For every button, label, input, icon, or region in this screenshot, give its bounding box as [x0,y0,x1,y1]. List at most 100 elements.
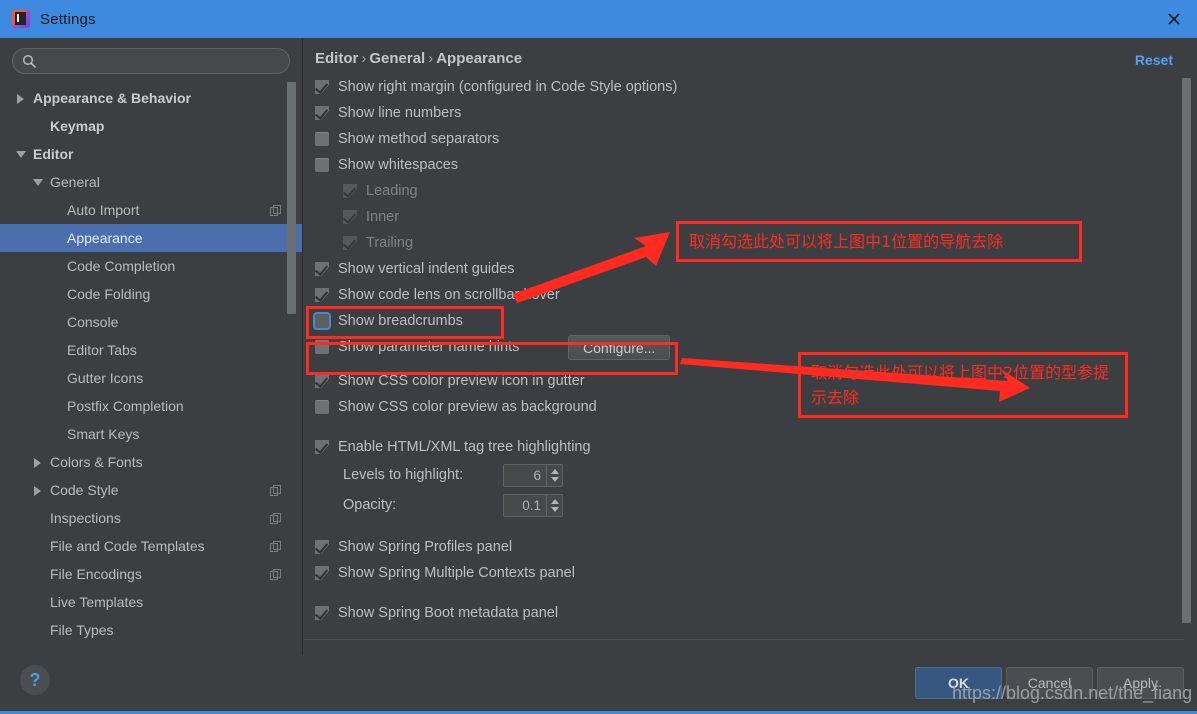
close-icon[interactable] [1151,0,1197,38]
copy-settings-icon[interactable] [270,204,282,216]
sidebar-scrollbar-thumb[interactable] [287,82,296,314]
checkbox-row[interactable]: Show Spring Multiple Contexts panel [315,560,1165,586]
chevron-right-icon[interactable] [16,93,27,104]
sidebar-item-appearance-behavior[interactable]: Appearance & Behavior [0,84,302,112]
opacity-spinner[interactable]: 0.1 [503,493,563,517]
levels-to-highlight-spinner[interactable]: 6 [503,463,563,487]
checkbox-label: Show vertical indent guides [338,261,515,277]
checkbox-checked-icon[interactable] [343,210,357,224]
checkbox-row[interactable]: Show breadcrumbs [313,308,1165,334]
checkbox-checked-icon[interactable] [315,440,329,454]
sidebar-item-live-templates[interactable]: Live Templates [0,588,302,616]
sidebar-item-postfix-completion[interactable]: Postfix Completion [0,392,302,420]
checkbox-row[interactable]: Show whitespaces [315,152,1165,178]
checkbox-checked-icon[interactable] [315,606,329,620]
checkbox-label: Enable HTML/XML tag tree highlighting [338,439,591,455]
sidebar-item-code-completion[interactable]: Code Completion [0,252,302,280]
checkbox-checked-icon[interactable] [343,184,357,198]
sidebar-item-editor[interactable]: Editor [0,140,302,168]
sidebar-item-gutter-icons[interactable]: Gutter Icons [0,364,302,392]
cancel-button[interactable]: Cancel [1006,667,1093,699]
checkbox-checked-icon[interactable] [315,106,329,120]
search-icon [22,54,37,69]
sidebar-item-label: Auto Import [67,202,140,218]
chevron-right-icon[interactable] [33,457,44,468]
spinner-up-icon[interactable] [550,468,559,474]
spinner-down-icon[interactable] [550,476,559,482]
sidebar-item-label: Code Completion [67,258,176,274]
spinner-up-icon[interactable] [550,498,559,504]
sidebar-item-file-encodings[interactable]: File Encodings [0,560,302,588]
spinner-down-icon[interactable] [550,506,559,512]
sidebar-item-file-types[interactable]: File Types [0,616,302,644]
levels-to-highlight-value[interactable]: 6 [504,465,546,486]
search-box[interactable] [12,48,290,74]
sidebar-item-label: File Encodings [50,566,142,582]
ok-button[interactable]: OK [915,667,1002,699]
help-icon[interactable]: ? [20,665,50,695]
checkbox-label: Show CSS color preview as background [338,399,597,415]
sidebar-item-label: Gutter Icons [67,370,144,386]
checkbox-row[interactable]: Show Spring Profiles panel [315,534,1165,560]
checkbox-unchecked-icon[interactable] [313,312,331,330]
checkbox-unchecked-icon[interactable] [315,400,329,414]
copy-settings-icon[interactable] [270,512,282,524]
checkbox-unchecked-icon[interactable] [315,340,329,354]
sidebar-item-code-folding[interactable]: Code Folding [0,280,302,308]
settings-sidebar: Appearance & Behavior Keymap Editor General… [0,38,303,658]
checkbox-label: Trailing [366,235,414,251]
checkbox-row[interactable]: Show method separators [315,126,1165,152]
apply-button[interactable]: Apply [1097,667,1184,699]
sidebar-item-console[interactable]: Console [0,308,302,336]
chevron-down-icon[interactable] [33,177,44,188]
checkbox-row[interactable]: Show Spring Boot metadata panel [315,600,1165,626]
copy-settings-icon[interactable] [270,568,282,580]
copy-settings-icon[interactable] [270,484,282,496]
configure-button[interactable]: Configure... [568,335,671,360]
checkbox-checked-icon[interactable] [315,262,329,276]
chevron-down-icon[interactable] [16,149,27,160]
checkbox-row[interactable]: Enable HTML/XML tag tree highlighting [315,434,1165,460]
sidebar-item-auto-import[interactable]: Auto Import [0,196,302,224]
opacity-value[interactable]: 0.1 [504,495,546,516]
sidebar-item-general[interactable]: General [0,168,302,196]
opacity-stepper[interactable] [546,494,562,516]
content-scrollbar-thumb[interactable] [1182,78,1191,623]
checkbox-checked-icon[interactable] [343,236,357,250]
sidebar-item-label: Editor Tabs [67,342,137,358]
sidebar-item-inspections[interactable]: Inspections [0,504,302,532]
sidebar-item-label: Live Templates [50,594,144,610]
content-divider [304,639,1184,640]
checkbox-row[interactable]: Show line numbers [315,100,1165,126]
sidebar-item-file-and-code-templates[interactable]: File and Code Templates [0,532,302,560]
checkbox-checked-icon[interactable] [315,540,329,554]
levels-to-highlight-stepper[interactable] [546,464,562,486]
sidebar-item-smart-keys[interactable]: Smart Keys [0,420,302,448]
checkbox-checked-icon[interactable] [315,80,329,94]
search-container [0,38,302,80]
search-input[interactable] [43,49,281,73]
checkbox-row[interactable]: Leading [315,178,1165,204]
chevron-right-icon[interactable] [33,485,44,496]
sidebar-item-keymap[interactable]: Keymap [0,112,302,140]
sidebar-item-editor-tabs[interactable]: Editor Tabs [0,336,302,364]
checkbox-label: Show whitespaces [338,157,459,173]
checkbox-checked-icon[interactable] [315,288,329,302]
checkbox-label: Show Spring Multiple Contexts panel [338,565,575,581]
reset-link[interactable]: Reset [1135,52,1173,68]
checkbox-label: Show right margin (configured in Code St… [338,79,678,95]
checkbox-row[interactable]: Show right margin (configured in Code St… [315,74,1165,100]
checkbox-checked-icon[interactable] [315,374,329,388]
sidebar-item-appearance[interactable]: Appearance [0,224,302,252]
checkbox-unchecked-icon[interactable] [315,158,329,172]
checkbox-row[interactable]: Show code lens on scrollbar hover [315,282,1165,308]
copy-settings-icon[interactable] [270,540,282,552]
sidebar-item-code-style[interactable]: Code Style [0,476,302,504]
sidebar-item-colors-fonts[interactable]: Colors & Fonts [0,448,302,476]
checkbox-checked-icon[interactable] [315,566,329,580]
checkbox-unchecked-icon[interactable] [315,132,329,146]
